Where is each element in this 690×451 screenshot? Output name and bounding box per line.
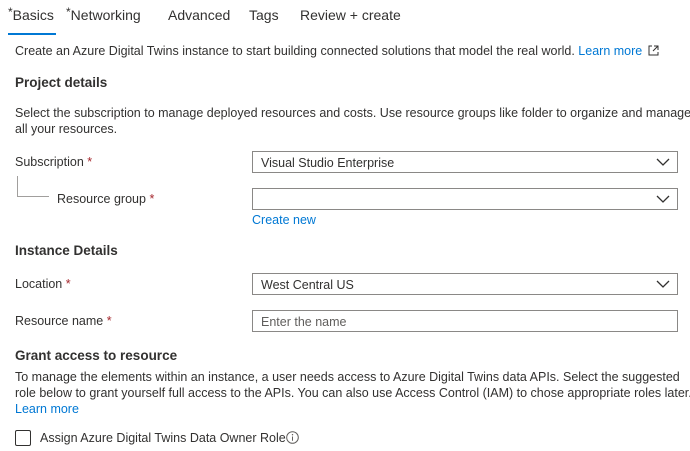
- intro-description: Create an Azure Digital Twins instance t…: [15, 44, 575, 58]
- tree-connector-vertical: [17, 176, 18, 196]
- tab-label: Networking: [70, 7, 141, 23]
- tab-advanced[interactable]: Advanced: [168, 7, 230, 23]
- intro-learn-more-link[interactable]: Learn more: [578, 44, 659, 58]
- location-label: Location *: [15, 277, 71, 291]
- resource-group-label-text: Resource group: [57, 192, 146, 206]
- intro-text: Create an Azure Digital Twins instance t…: [15, 44, 659, 58]
- resource-name-placeholder: Enter the name: [261, 315, 347, 329]
- resource-group-label: Resource group *: [57, 192, 154, 206]
- project-details-description-line1: Select the subscription to manage deploy…: [15, 106, 690, 120]
- required-marker: *: [66, 5, 71, 19]
- resource-name-input[interactable]: Enter the name: [252, 310, 678, 332]
- location-label-text: Location: [15, 277, 63, 291]
- grant-access-heading: Grant access to resource: [15, 348, 178, 363]
- active-tab-indicator: [8, 33, 56, 35]
- tab-tags[interactable]: Tags: [249, 7, 279, 23]
- subscription-label: Subscription *: [15, 155, 92, 169]
- assign-data-owner-checkbox[interactable]: [15, 430, 31, 446]
- required-marker: *: [8, 5, 13, 19]
- project-details-heading: Project details: [15, 75, 108, 90]
- resource-name-label: Resource name *: [15, 314, 112, 328]
- tab-networking[interactable]: *Networking: [66, 5, 141, 23]
- chevron-down-icon: [656, 195, 670, 203]
- instance-details-heading: Instance Details: [15, 243, 118, 258]
- info-icon[interactable]: [286, 431, 299, 444]
- grant-access-description-line2: role below to grant yourself full access…: [15, 386, 690, 400]
- external-link-icon: [648, 45, 659, 56]
- tab-label: Tags: [249, 7, 279, 23]
- resource-name-label-text: Resource name: [15, 314, 104, 328]
- location-dropdown[interactable]: West Central US: [252, 273, 678, 295]
- location-value: West Central US: [261, 278, 354, 292]
- chevron-down-icon: [656, 158, 670, 166]
- grant-access-learn-more-link[interactable]: Learn more: [15, 402, 79, 416]
- resource-group-dropdown[interactable]: [252, 188, 678, 210]
- subscription-value: Visual Studio Enterprise: [261, 156, 395, 170]
- subscription-label-text: Subscription: [15, 155, 84, 169]
- required-marker: *: [106, 314, 112, 328]
- subscription-dropdown[interactable]: Visual Studio Enterprise: [252, 151, 678, 173]
- assign-data-owner-label: Assign Azure Digital Twins Data Owner Ro…: [40, 431, 286, 445]
- grant-access-description-line1: To manage the elements within an instanc…: [15, 370, 680, 384]
- project-details-description-line2: all your resources.: [15, 122, 118, 136]
- tree-connector-horizontal: [17, 196, 49, 197]
- required-marker: *: [65, 277, 71, 291]
- tab-label: Advanced: [168, 7, 231, 23]
- required-marker: *: [149, 192, 155, 206]
- tab-label: Basics: [12, 7, 54, 23]
- tab-basics[interactable]: *Basics: [8, 5, 54, 23]
- chevron-down-icon: [656, 280, 670, 288]
- tab-label: Review + create: [300, 7, 401, 23]
- tab-review-create[interactable]: Review + create: [300, 7, 401, 23]
- learn-more-label: Learn more: [578, 44, 643, 58]
- create-new-link[interactable]: Create new: [252, 213, 316, 227]
- required-marker: *: [87, 155, 93, 169]
